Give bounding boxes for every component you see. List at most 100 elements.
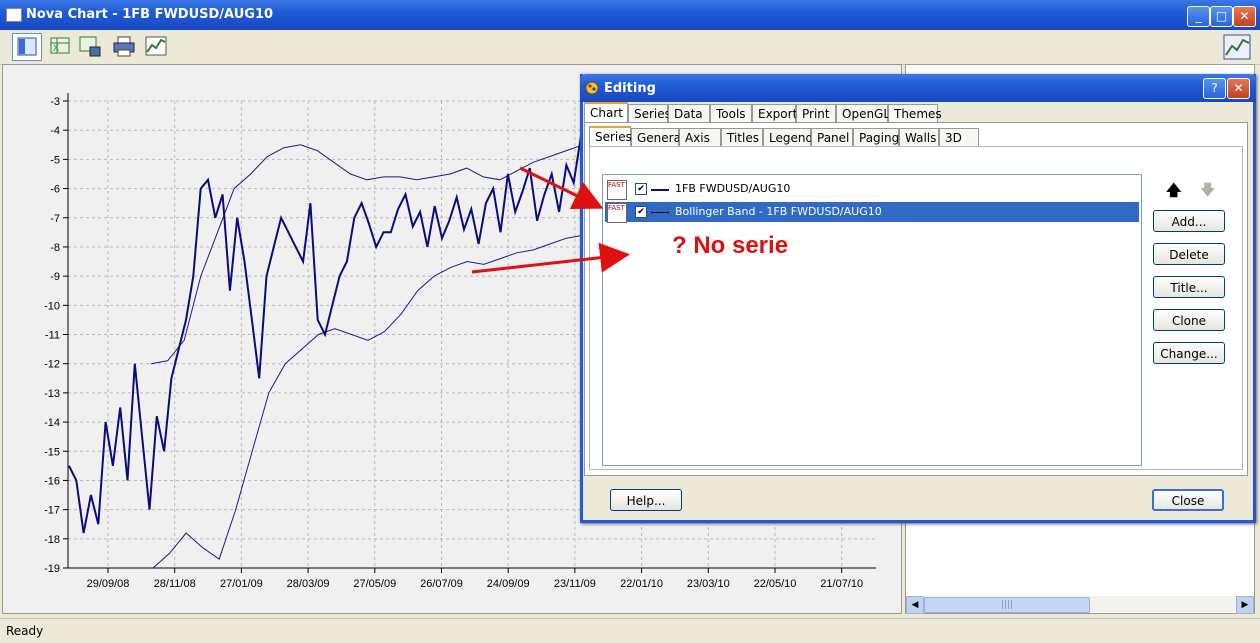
editor-icon [17,37,37,56]
move-down-arrow-icon[interactable]: 🡇 [1200,180,1215,205]
series-visible-checkbox[interactable]: ✔ [635,206,647,218]
main-title-bar: Nova Chart - 1FB FWDUSD/AUG10 _ □ ✕ [0,0,1260,30]
x-tick-label: 23/03/10 [687,578,730,590]
series-list[interactable]: FAST ✔ 1FB FWDUSD/AUG10 FAST ✔ Bollinger… [602,174,1142,466]
y-tick-label: -11 [45,330,60,342]
subtab-3d[interactable]: 3D [939,128,979,146]
series-color-swatch [651,212,669,213]
y-tick-label: -18 [44,534,60,546]
series-color-swatch [651,189,669,191]
subtab-general[interactable]: General [631,128,684,146]
toolbar: X [0,30,1260,65]
tab-print[interactable]: Print [796,104,836,122]
editing-dialog-title-bar: Editing ? ✕ [580,74,1256,102]
subtab-paging[interactable]: Paging [853,128,899,146]
series-visible-checkbox[interactable]: ✔ [635,183,647,195]
scroll-left-arrow-icon[interactable]: ◀ [906,596,924,614]
chart-tool-button[interactable] [142,33,170,59]
window-title: Nova Chart - 1FB FWDUSD/AUG10 [26,7,274,22]
tab-export[interactable]: Export [752,104,797,122]
status-bar: Ready [0,618,1260,643]
x-tick-label: 22/01/10 [620,578,663,590]
close-window-button[interactable]: ✕ [1233,6,1256,27]
help-button[interactable]: Help... [610,489,682,511]
y-tick-label: -19 [44,563,60,575]
tab-opengl[interactable]: OpenGL [836,104,890,122]
series-label: Bollinger Band - 1FB FWDUSD/AUG10 [675,205,882,218]
subtab-titles[interactable]: Titles [721,128,763,146]
x-tick-label: 27/05/09 [353,578,396,590]
y-tick-label: -9 [50,271,60,283]
y-tick-label: -16 [44,475,60,487]
x-tick-label: 24/09/09 [487,578,530,590]
x-tick-label: 23/11/09 [554,578,596,590]
tab-themes[interactable]: Themes [888,104,942,122]
printer-icon [113,36,135,57]
line-chart-icon [1223,34,1251,60]
price-series-line [68,135,582,534]
fast-line-series-icon: FAST [607,180,627,200]
x-tick-label: 28/03/09 [287,578,330,590]
subtab-legend[interactable]: Legend [763,128,813,146]
bollinger-upper-line [150,144,584,365]
scroll-thumb[interactable]: |||| [924,597,1090,613]
annotation-text: ? No serie [672,232,789,259]
x-tick-label: 26/07/09 [420,578,463,590]
bollinger-lower-line [152,234,584,569]
minimize-button[interactable]: _ [1187,6,1210,27]
subtab-panel[interactable]: Panel [811,128,853,146]
change-series-button[interactable]: Change... [1153,342,1225,364]
clone-series-button[interactable]: Clone [1153,309,1225,331]
y-tick-label: -15 [44,446,60,458]
excel-save-icon [79,36,101,57]
palette-icon [585,81,599,95]
x-tick-label: 28/11/08 [154,578,196,590]
y-tick-label: -14 [44,417,60,429]
close-button[interactable]: Close [1152,489,1224,511]
y-tick-label: -17 [44,505,60,517]
horizontal-scrollbar[interactable]: ◀ |||| ▶ [906,596,1254,614]
export-excel-button[interactable]: X [46,33,74,59]
subtab-walls[interactable]: Walls [899,128,939,146]
scroll-right-arrow-icon[interactable]: ▶ [1236,596,1254,614]
y-tick-label: -4 [50,125,60,137]
y-tick-label: -13 [44,388,60,400]
y-tick-label: -12 [44,359,60,371]
title-series-button[interactable]: Title... [1153,276,1225,298]
move-up-arrow-icon[interactable]: 🡅 [1166,180,1181,205]
x-tick-label: 21/07/10 [820,578,863,590]
chart-gallery-button[interactable] [1222,33,1251,60]
line-chart-icon [145,36,167,56]
status-text: Ready [6,624,44,638]
maximize-button[interactable]: □ [1210,6,1233,27]
svg-text:X: X [53,43,59,53]
series-list-item-selected[interactable]: FAST ✔ Bollinger Band - 1FB FWDUSD/AUG10 [605,202,1139,223]
tab-tools[interactable]: Tools [710,104,752,122]
add-series-button[interactable]: Add... [1153,210,1225,232]
close-dialog-button[interactable]: ✕ [1227,78,1250,99]
y-tick-label: -8 [50,242,60,254]
tab-data[interactable]: Data [668,104,710,122]
excel-icon: X [50,37,70,54]
y-tick-label: -5 [50,154,60,166]
x-tick-label: 27/01/09 [220,578,263,590]
y-tick-label: -7 [50,213,60,225]
print-button[interactable] [110,33,138,59]
y-tick-label: -6 [50,184,60,196]
x-tick-label: 29/09/08 [87,578,130,590]
subtab-axis[interactable]: Axis [679,128,721,146]
y-tick-label: -10 [44,300,60,312]
export-excel-save-button[interactable] [76,33,104,59]
x-tick-label: 22/05/10 [754,578,797,590]
delete-series-button[interactable]: Delete [1153,243,1225,265]
tab-chart[interactable]: Chart [584,102,628,123]
y-tick-label: -3 [50,96,60,108]
help-question-button[interactable]: ? [1203,78,1226,99]
series-label: 1FB FWDUSD/AUG10 [675,182,791,195]
dialog-title: Editing [604,81,656,96]
subtab-series[interactable]: Series [589,126,632,147]
tab-series[interactable]: Series [628,104,671,122]
series-list-item[interactable]: FAST ✔ 1FB FWDUSD/AUG10 [605,179,1139,200]
editor-toggle-button[interactable] [12,33,42,61]
fast-line-series-icon: FAST [607,203,627,223]
